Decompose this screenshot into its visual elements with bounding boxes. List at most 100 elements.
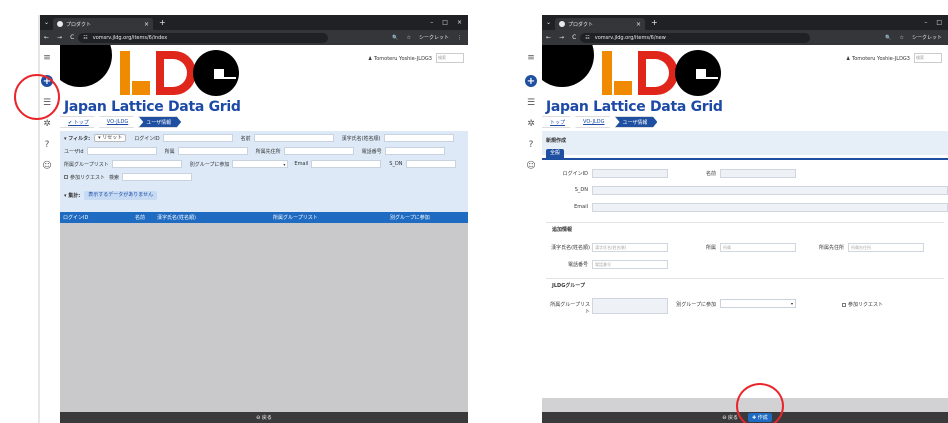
- group-list-input[interactable]: [592, 298, 668, 314]
- side-toolbar-right: ≡ + ☰ ✲ ? ☺: [520, 54, 542, 171]
- forward-icon[interactable]: →: [57, 34, 62, 41]
- url-field[interactable]: ☷ vomsrv.jldg.org/items/6/index: [78, 32, 329, 43]
- email-input[interactable]: [592, 203, 948, 212]
- forward-icon[interactable]: →: [559, 34, 564, 41]
- section-divider: [546, 278, 944, 279]
- login-id-input[interactable]: [592, 169, 668, 178]
- page-new: Japan Lattice Data Grid ♟ Tomoteru Yoshi…: [542, 45, 948, 423]
- user-name[interactable]: ♟ Tomoteru Yoshie-JLDG3: [368, 56, 432, 62]
- join-request-checkbox[interactable]: [64, 175, 68, 179]
- breadcrumb-vo[interactable]: VO-JLDG: [575, 116, 614, 128]
- browser-tab[interactable]: プロダクト ×: [555, 18, 646, 30]
- browser-tab[interactable]: プロダクト ×: [53, 18, 154, 30]
- breadcrumb-home[interactable]: ✔ トップ: [60, 116, 99, 128]
- settings-icon[interactable]: ✲: [527, 120, 535, 129]
- menu-icon[interactable]: ≡: [527, 54, 535, 63]
- tab-search-icon[interactable]: ⌄: [546, 19, 551, 26]
- profile-label[interactable]: シークレット: [912, 34, 942, 41]
- url-field[interactable]: ☷ vomsrv.jldg.org/items/6/new: [580, 32, 811, 43]
- affiliation-filter[interactable]: [177, 147, 248, 155]
- affiliation-label: 所属: [705, 245, 716, 251]
- maximize-icon[interactable]: □: [442, 19, 448, 26]
- kanji-name-filter[interactable]: [383, 134, 454, 142]
- site-info-icon[interactable]: ☷: [585, 35, 589, 41]
- search-input[interactable]: [122, 173, 193, 181]
- breadcrumb-home[interactable]: トップ: [542, 116, 575, 128]
- email-filter[interactable]: [311, 160, 382, 168]
- affiliation-address-filter[interactable]: [283, 147, 354, 155]
- user-icon[interactable]: ☺: [526, 162, 535, 171]
- minimize-icon[interactable]: –: [924, 19, 927, 26]
- back-icon[interactable]: ←: [546, 34, 551, 41]
- close-window-icon[interactable]: ×: [457, 19, 462, 26]
- other-group-select[interactable]: ▾: [232, 160, 289, 168]
- page-index: Japan Lattice Data Grid ♟ Tomoteru Yoshi…: [60, 45, 468, 423]
- other-group-select[interactable]: ▾: [720, 299, 796, 308]
- zoom-icon[interactable]: 🔍: [392, 35, 398, 41]
- dropdown-icon: ▾: [283, 161, 286, 167]
- sdn-input[interactable]: [592, 186, 948, 195]
- url-text: vomsrv.jldg.org/items/6/index: [92, 34, 168, 41]
- site-info-icon[interactable]: ☷: [83, 35, 87, 41]
- tab-close-icon[interactable]: ×: [144, 21, 149, 28]
- add-icon[interactable]: +: [525, 75, 537, 87]
- user-search-box[interactable]: 検索: [436, 53, 464, 63]
- create-form: ログインID 名前 S_DN Email 追加情報 漢字氏名(姓名順) 漢字氏名…: [542, 158, 948, 398]
- highlight-circle-add: [14, 74, 60, 120]
- phone-input[interactable]: 電話番号: [592, 260, 668, 269]
- column-group-list[interactable]: 所属グループリスト: [273, 214, 318, 221]
- group-list-label: 所属グループリスト: [64, 161, 109, 168]
- kanji-name-input[interactable]: 漢字氏名(姓名順): [592, 243, 668, 252]
- login-id-filter[interactable]: [162, 134, 233, 142]
- minimize-icon[interactable]: –: [430, 19, 433, 26]
- phone-label: 電話番号: [361, 148, 382, 155]
- tab-close-icon[interactable]: ×: [636, 21, 641, 28]
- bookmark-icon[interactable]: ☆: [900, 35, 904, 41]
- new-tab-icon[interactable]: +: [651, 18, 658, 27]
- sdn-label: S_DN: [389, 161, 403, 167]
- maximize-icon[interactable]: □: [936, 19, 942, 26]
- join-request-field[interactable]: 参加リクエスト: [842, 301, 902, 308]
- group-list-label: 所属グループリスト: [550, 302, 590, 315]
- user-search-box[interactable]: 検索: [914, 53, 942, 63]
- column-login-id[interactable]: ログインID: [63, 214, 88, 221]
- bookmark-icon[interactable]: ☆: [407, 35, 411, 41]
- back-icon[interactable]: ←: [44, 34, 49, 41]
- column-other-group[interactable]: 別グループに参加: [390, 214, 430, 221]
- reset-button[interactable]: ▾ リセット: [94, 134, 127, 142]
- profile-label[interactable]: シークレット: [419, 34, 449, 41]
- help-icon[interactable]: ?: [529, 141, 534, 150]
- zoom-icon[interactable]: 🔍: [885, 35, 891, 41]
- name-input[interactable]: [720, 169, 796, 178]
- screenshot-index: ≡ + ☰ ✲ ? ☺ ⌄ プロダクト × + – □ × ← → C ☷ vo…: [0, 0, 478, 423]
- breadcrumb: ✔ トップ VO-JLDG ユーザ情報: [60, 116, 181, 128]
- back-button[interactable]: ⊖ 戻る: [252, 413, 276, 422]
- affiliation-input[interactable]: 所属: [720, 243, 796, 252]
- join-request-label: 参加リクエスト: [70, 174, 106, 181]
- affiliation-address-input[interactable]: 所属先住所: [848, 243, 924, 252]
- list-icon[interactable]: ☰: [527, 99, 535, 108]
- email-label: Email: [574, 204, 588, 210]
- browser-menu-icon[interactable]: ⋮: [457, 35, 462, 41]
- user-name[interactable]: ♟ Tomoteru Yoshie-JLDG3: [846, 56, 910, 62]
- tab-general[interactable]: 全般: [546, 149, 565, 158]
- join-request-checkbox[interactable]: [842, 302, 846, 307]
- breadcrumb-vo[interactable]: VO-JLDG: [99, 116, 138, 128]
- group-list-filter[interactable]: [111, 160, 182, 168]
- column-kanji-name[interactable]: 漢字氏名(姓名順): [157, 214, 196, 221]
- sdn-filter[interactable]: [405, 160, 456, 168]
- user-id-filter[interactable]: [86, 147, 157, 155]
- menu-icon[interactable]: ≡: [43, 54, 51, 63]
- phone-filter[interactable]: [384, 147, 445, 155]
- other-group-label: 別グループに参加: [676, 302, 716, 308]
- help-icon[interactable]: ?: [45, 141, 50, 150]
- new-tab-icon[interactable]: +: [159, 18, 166, 27]
- name-filter[interactable]: [253, 134, 334, 142]
- form-header-panel: 新規作成: [542, 131, 948, 155]
- reload-icon[interactable]: C: [572, 34, 576, 41]
- settings-icon[interactable]: ✲: [43, 120, 51, 129]
- tab-search-icon[interactable]: ⌄: [44, 19, 49, 26]
- user-icon[interactable]: ☺: [42, 162, 51, 171]
- column-name[interactable]: 名前: [135, 214, 145, 221]
- reload-icon[interactable]: C: [70, 34, 74, 41]
